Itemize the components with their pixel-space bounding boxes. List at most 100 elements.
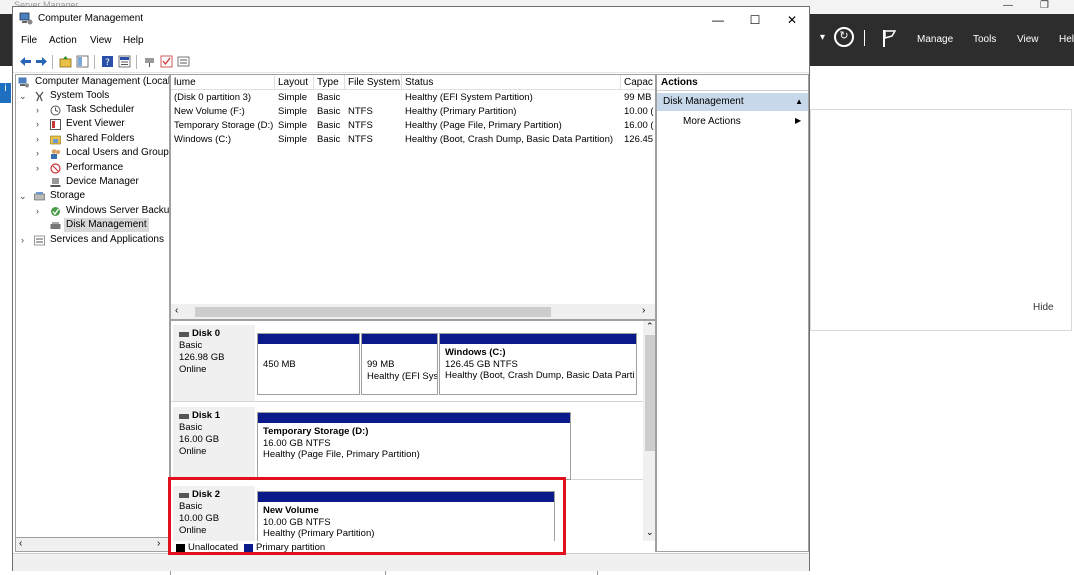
hide-link[interactable]: Hide [1033, 302, 1054, 313]
chevron-right-icon[interactable]: › [36, 103, 46, 117]
tree-label: Computer Management (Local [35, 76, 170, 87]
checklist-icon[interactable] [160, 55, 173, 68]
server-manager-restore-button[interactable]: ❐ [1040, 0, 1049, 11]
up-folder-icon[interactable] [59, 55, 72, 68]
column-header-capacity[interactable]: Capac [621, 75, 655, 90]
cell-file-system [345, 91, 402, 104]
cell-volume: Windows (C:) [174, 134, 232, 145]
server-manager-sidebar-tab[interactable]: i [0, 83, 11, 103]
properties-icon[interactable] [118, 55, 131, 68]
column-header-type[interactable]: Type [314, 75, 345, 90]
help-icon[interactable]: ? [101, 55, 114, 68]
disk-status: Online [179, 525, 207, 536]
more-actions-item[interactable]: More Actions [683, 116, 741, 128]
separator [864, 30, 865, 46]
disk-row-1: Disk 1 Basic 16.00 GB Online Temporary S… [171, 407, 643, 480]
toolbar-separator [136, 55, 137, 69]
collapse-up-icon[interactable]: ▲ [795, 93, 803, 111]
back-arrow-icon[interactable] [19, 55, 32, 68]
shared-folder-icon [50, 135, 61, 145]
storage-icon [34, 192, 45, 201]
actions-section-disk-management[interactable]: Disk Management ▲ [657, 93, 808, 111]
partition-block[interactable]: 450 MB [257, 333, 360, 395]
table-row[interactable]: (Disk 0 partition 3) Simple Basic Health… [171, 91, 655, 104]
action-menu[interactable]: Action [49, 35, 77, 46]
disk-name: Disk 1 [192, 410, 220, 421]
tree-label: Performance [66, 162, 124, 173]
refresh-icon[interactable]: ↻ [834, 27, 854, 47]
dropdown-arrow-icon[interactable]: ▾ [820, 32, 825, 43]
cell-type: Basic [317, 106, 341, 117]
partition-block[interactable]: Temporary Storage (D:) 16.00 GB NTFS Hea… [257, 412, 571, 480]
notifications-flag-icon[interactable] [882, 29, 896, 47]
scroll-down-icon[interactable]: ⌄ [646, 527, 654, 538]
scroll-left-icon[interactable]: ‹ [19, 538, 22, 549]
scroll-right-icon[interactable]: › [642, 305, 645, 316]
services-icon [34, 235, 45, 246]
show-hide-tree-icon[interactable] [76, 55, 89, 68]
device-manager-icon [50, 178, 61, 187]
window-titlebar[interactable]: Computer Management — ☐ ✕ [13, 7, 809, 33]
toolbar-separator [94, 55, 95, 69]
disk-status: Online [179, 364, 207, 375]
table-row[interactable]: Temporary Storage (D:) Simple Basic NTFS… [171, 119, 655, 132]
chevron-right-icon[interactable]: › [36, 204, 46, 218]
table-row[interactable]: Windows (C:) Simple Basic NTFS Healthy (… [171, 133, 655, 146]
help-menu[interactable]: Hel [1059, 34, 1074, 45]
table-row[interactable]: New Volume (F:) Simple Basic NTFS Health… [171, 105, 655, 118]
disk-view-vertical-scrollbar[interactable]: ⌃ ⌄ [643, 321, 655, 551]
event-viewer-icon [50, 119, 61, 130]
help-menu[interactable]: Help [123, 35, 144, 46]
server-manager-minimize-button[interactable]: — [1003, 0, 1013, 11]
column-header-file-system[interactable]: File System [345, 75, 402, 90]
column-header-volume[interactable]: lume [171, 75, 275, 90]
chevron-down-icon[interactable]: ⌄ [19, 189, 29, 203]
tree-horizontal-scrollbar[interactable]: ‹ › [15, 537, 170, 552]
scroll-right-icon[interactable]: › [157, 538, 160, 549]
column-header-status[interactable]: Status [402, 75, 621, 90]
scroll-left-icon[interactable]: ‹ [175, 305, 178, 316]
view-menu[interactable]: View [90, 35, 112, 46]
scrollbar-thumb[interactable] [195, 307, 551, 317]
partition-block[interactable]: New Volume 10.00 GB NTFS Healthy (Primar… [257, 491, 555, 542]
chevron-down-icon[interactable]: ⌄ [19, 89, 29, 103]
chevron-right-icon[interactable]: › [36, 132, 46, 146]
forward-arrow-icon[interactable] [35, 55, 48, 68]
tools-menu[interactable]: Tools [973, 34, 996, 45]
scroll-up-icon[interactable]: ⌃ [646, 321, 654, 332]
chevron-right-icon[interactable]: › [21, 233, 31, 247]
scrollbar-thumb[interactable] [645, 335, 655, 451]
window-title: Computer Management [38, 13, 144, 24]
disk-info[interactable]: Disk 0 Basic 126.98 GB Online [173, 325, 255, 401]
cell-volume: New Volume (F:) [174, 106, 245, 117]
view-menu[interactable]: View [1017, 34, 1039, 45]
performance-icon [50, 163, 61, 174]
legend-swatch-primary [244, 544, 253, 553]
disk-row-2: Disk 2 Basic 10.00 GB Online New Volume … [171, 486, 643, 542]
connect-icon[interactable] [143, 55, 156, 68]
disk-info[interactable]: Disk 1 Basic 16.00 GB Online [173, 407, 255, 479]
partition-size: 99 MB [367, 359, 395, 370]
maximize-button[interactable]: ☐ [740, 11, 770, 29]
tree-label: Windows Server Backup [66, 205, 170, 216]
chevron-right-icon[interactable]: › [36, 146, 46, 160]
list-view-icon[interactable] [177, 55, 190, 68]
close-button[interactable]: ✕ [777, 11, 807, 29]
disk-management-icon [50, 222, 61, 229]
file-menu[interactable]: File [21, 35, 37, 46]
chevron-right-icon[interactable]: › [36, 117, 46, 131]
partition-block[interactable]: 99 MB Healthy (EFI Sys [361, 333, 438, 395]
partition-block[interactable]: Windows (C:) 126.45 GB NTFS Healthy (Boo… [439, 333, 637, 395]
disk-info[interactable]: Disk 2 Basic 10.00 GB Online [173, 486, 255, 542]
volume-list-horizontal-scrollbar[interactable]: ‹ › [171, 304, 655, 319]
column-header-layout[interactable]: Layout [275, 75, 314, 90]
manage-menu[interactable]: Manage [917, 34, 953, 45]
chevron-right-icon[interactable]: › [36, 161, 46, 175]
disk-status: Online [179, 446, 207, 457]
submenu-arrow-icon[interactable]: ▶ [795, 116, 801, 125]
cell-capacity: 126.45 [624, 134, 654, 145]
minimize-button[interactable]: — [703, 11, 733, 29]
partition-status: Healthy (EFI Sys [367, 370, 438, 382]
cell-layout: Simple [278, 106, 308, 117]
system-tools-icon [35, 91, 44, 102]
